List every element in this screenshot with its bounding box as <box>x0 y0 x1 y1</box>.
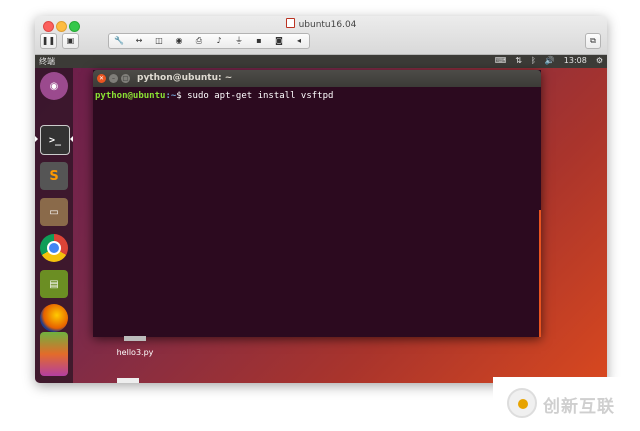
lock-icon[interactable]: ◉ <box>169 34 189 48</box>
camera-icon[interactable]: ◙ <box>269 34 289 48</box>
prompt-user: python@ubuntu <box>95 91 166 101</box>
keyboard-icon[interactable]: ⌨ <box>495 56 507 65</box>
save-icon[interactable]: ▪ <box>249 34 269 48</box>
pause-icon: ❚❚ <box>41 36 56 45</box>
desktop-file-icon-partial[interactable] <box>117 378 139 383</box>
terminal-icon[interactable]: >_ <box>40 125 70 155</box>
window-title: ubuntu16.04 <box>35 18 607 30</box>
desktop-file-label: hello3.py <box>116 348 154 357</box>
terminal-command: sudo apt-get install vsftpd <box>181 91 334 101</box>
firefox-icon[interactable] <box>40 304 68 332</box>
indicator-area: ⌨ ⇅ ᛒ 🔊 13:08 ⚙ <box>495 56 603 65</box>
window-titlebar: ubuntu16.04 ❚❚ ▣ 🔧 ↔ ◫ ◉ ⎙ ♪ ⏚ ▪ ◙ ◂ ⧉ <box>35 16 607 55</box>
ubuntu-screen: 终端 ⌨ ⇅ ᛒ 🔊 13:08 ⚙ ◉ >_ S ▭ ▤ ✕ – □ pyth… <box>35 55 607 383</box>
terminal-titlebar: ✕ – □ python@ubuntu: ~ <box>93 70 541 87</box>
file-manager-icon[interactable]: ▭ <box>40 198 68 226</box>
vm-icon <box>285 18 295 28</box>
desktop-file[interactable]: hello3.py <box>107 336 163 357</box>
sublime-text-icon[interactable]: S <box>40 162 68 190</box>
wrench-icon[interactable]: 🔧 <box>109 34 129 48</box>
terminal-line[interactable]: python@ubuntu:~$ sudo apt-get install vs… <box>95 91 333 101</box>
prompt-path: :~ <box>165 91 177 101</box>
active-indicator-left <box>35 136 38 142</box>
arrows-icon[interactable]: ↔ <box>129 34 149 48</box>
pause-button[interactable]: ❚❚ <box>40 33 57 49</box>
watermark: 创新互联 <box>493 377 640 431</box>
fullscreen-button[interactable]: ⧉ <box>585 33 601 49</box>
terminal-scroll-indicator <box>539 210 541 337</box>
fullscreen-icon: ⧉ <box>590 36 596 45</box>
chevron-left-icon[interactable]: ◂ <box>289 34 309 48</box>
bluetooth-icon[interactable]: ᛒ <box>531 56 536 65</box>
terminal-close-button[interactable]: ✕ <box>97 74 106 83</box>
terminal-title: python@ubuntu: ~ <box>137 73 233 83</box>
launcher: ◉ >_ S ▭ ▤ <box>35 68 73 383</box>
clock[interactable]: 13:08 <box>564 56 587 65</box>
file-icon <box>124 336 146 341</box>
terminal-minimize-button[interactable]: – <box>109 74 118 83</box>
vm-window: ubuntu16.04 ❚❚ ▣ 🔧 ↔ ◫ ◉ ⎙ ♪ ⏚ ▪ ◙ ◂ ⧉ 终… <box>35 16 607 383</box>
volume-icon[interactable]: 🔊 <box>545 56 555 65</box>
active-app-name: 终端 <box>39 57 55 66</box>
vm-toolbar-group: 🔧 ↔ ◫ ◉ ⎙ ♪ ⏚ ▪ ◙ ◂ <box>108 33 310 49</box>
active-indicator-right <box>70 136 73 142</box>
ubuntu-topbar: 终端 ⌨ ⇅ ᛒ 🔊 13:08 ⚙ <box>35 55 607 68</box>
watermark-text: 创新互联 <box>543 397 615 417</box>
disk-icon[interactable]: ◫ <box>149 34 169 48</box>
snapshot-button[interactable]: ▣ <box>62 33 79 49</box>
ubuntu-dash-icon[interactable]: ◉ <box>40 72 68 100</box>
terminal-window[interactable]: ✕ – □ python@ubuntu: ~ python@ubuntu:~$ … <box>93 70 541 337</box>
network-icon[interactable]: ⇅ <box>515 56 522 65</box>
usb-icon[interactable]: ⏚ <box>229 34 249 48</box>
terminal-maximize-button[interactable]: □ <box>121 74 130 83</box>
archive-icon[interactable]: ▤ <box>40 270 68 298</box>
speaker-icon[interactable]: ♪ <box>209 34 229 48</box>
chrome-icon[interactable] <box>40 234 68 262</box>
snapshot-icon: ▣ <box>66 36 75 45</box>
watermark-logo-icon <box>507 388 537 418</box>
printer-icon[interactable]: ⎙ <box>189 34 209 48</box>
libreoffice-icon[interactable] <box>40 332 68 376</box>
gear-icon[interactable]: ⚙ <box>596 56 603 65</box>
